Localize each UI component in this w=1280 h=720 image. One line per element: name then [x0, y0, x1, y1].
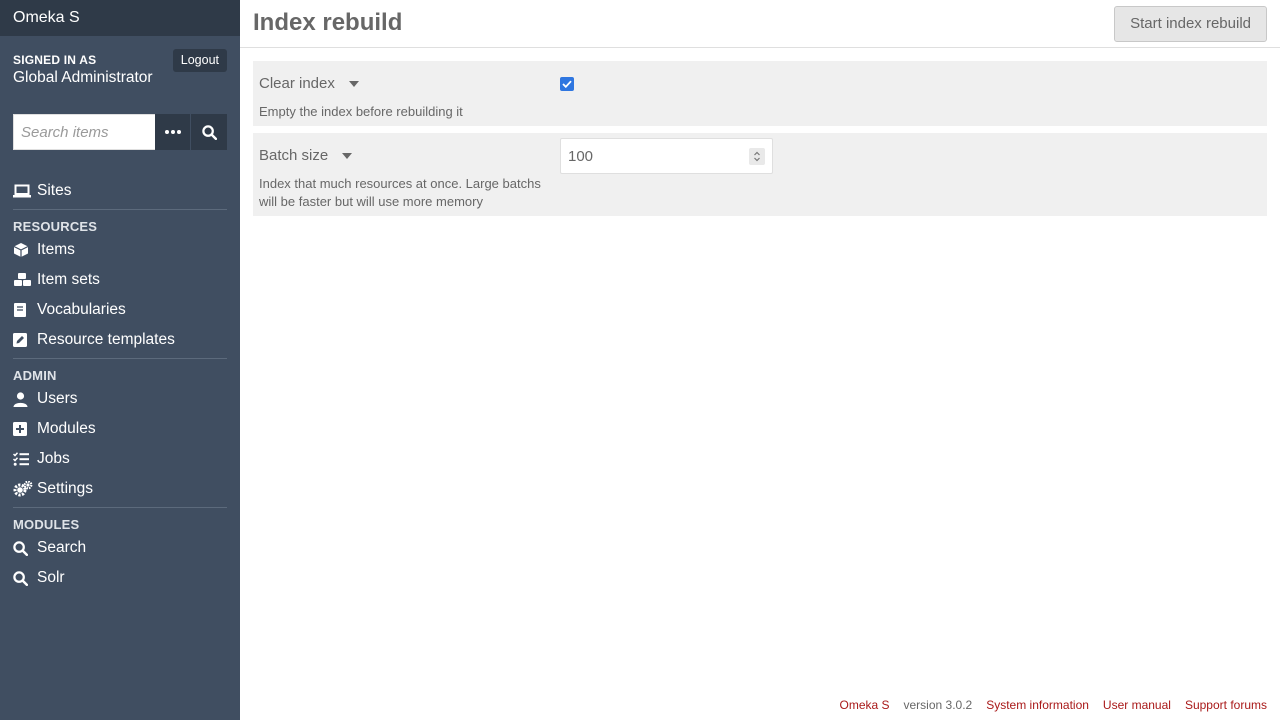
user-icon — [13, 390, 37, 408]
page-header: Index rebuild Start index rebuild — [240, 0, 1280, 48]
batch-size-label: Batch size — [259, 147, 329, 164]
cubes-icon — [13, 271, 37, 289]
nav-label: Item sets — [37, 271, 100, 288]
field-clear-index: Clear index Empty the index before rebui… — [253, 61, 1267, 126]
nav-item-solr[interactable]: Solr — [13, 563, 227, 593]
search-submit-button[interactable] — [191, 114, 227, 150]
footer-system-information-link[interactable]: System information — [986, 698, 1089, 712]
cogs-icon — [13, 480, 37, 498]
field-label-row: Batch size — [259, 147, 353, 164]
footer-user-manual-link[interactable]: User manual — [1103, 698, 1171, 712]
start-index-rebuild-button[interactable]: Start index rebuild — [1114, 6, 1267, 42]
edit-icon — [13, 331, 37, 349]
user-bar: SIGNED IN AS Global Administrator Logout — [0, 36, 240, 95]
nav-heading-resources: RESOURCES — [13, 219, 98, 234]
sidebar: Omeka S SIGNED IN AS Global Administrato… — [0, 0, 240, 720]
nav-label: Vocabularies — [37, 301, 126, 318]
footer-omeka-link[interactable]: Omeka S — [839, 698, 889, 712]
field-label-row: Clear index — [259, 75, 359, 92]
nav-item-settings[interactable]: Settings — [13, 474, 227, 504]
footer-version: version 3.0.2 — [903, 698, 973, 712]
nav-label: Search — [37, 539, 87, 556]
batch-size-value: 100 — [568, 148, 594, 165]
page-title: Index rebuild — [253, 9, 403, 36]
search-icon — [13, 569, 37, 587]
nav-divider — [13, 507, 227, 508]
nav-item-vocabularies[interactable]: Vocabularies — [13, 295, 227, 325]
nav-item-resource-templates[interactable]: Resource templates — [13, 325, 227, 355]
caret-down-icon[interactable] — [342, 152, 353, 159]
main-nav: Sites RESOURCES Items Item sets Vocabula… — [0, 176, 240, 593]
laptop-icon — [13, 182, 37, 200]
nav-label: Sites — [37, 182, 72, 199]
clear-index-description: Empty the index before rebuilding it — [259, 104, 463, 119]
nav-divider — [13, 358, 227, 359]
checkmark-icon — [562, 80, 572, 88]
batch-size-description: Index that much resources at once. Large… — [259, 176, 541, 209]
nav-item-jobs[interactable]: Jobs — [13, 444, 227, 474]
nav-divider — [13, 209, 227, 210]
nav-item-users[interactable]: Users — [13, 384, 227, 414]
cube-icon — [13, 241, 37, 259]
tasks-icon — [13, 450, 37, 468]
nav-item-modules[interactable]: Modules — [13, 414, 227, 444]
nav-label: Items — [37, 241, 75, 258]
ellipsis-icon — [164, 130, 181, 134]
footer: Omeka S version 3.0.2 System information… — [839, 698, 1267, 712]
search-options-button[interactable] — [155, 114, 191, 150]
nav-item-item-sets[interactable]: Item sets — [13, 265, 227, 295]
nav-label: Resource templates — [37, 331, 175, 348]
search-form — [13, 114, 227, 150]
stepper-arrows-icon — [754, 151, 760, 162]
nav-label: Users — [37, 390, 78, 407]
nav-item-search[interactable]: Search — [13, 533, 227, 563]
nav-heading-modules: MODULES — [13, 517, 80, 532]
batch-size-input[interactable]: 100 — [560, 138, 773, 174]
nav-heading-admin: ADMIN — [13, 368, 57, 383]
clear-index-label: Clear index — [259, 75, 335, 92]
nav-label: Jobs — [37, 450, 70, 467]
number-stepper[interactable] — [749, 148, 765, 165]
search-icon — [201, 124, 217, 140]
logout-button[interactable]: Logout — [172, 49, 227, 72]
plus-square-icon — [13, 420, 37, 438]
footer-support-forums-link[interactable]: Support forums — [1185, 698, 1267, 712]
nav-label: Settings — [37, 480, 94, 497]
nav-label: Modules — [37, 420, 96, 437]
nav-item-sites[interactable]: Sites — [13, 176, 227, 206]
caret-down-icon[interactable] — [348, 80, 359, 87]
nav-item-items[interactable]: Items — [13, 235, 227, 265]
nav-label: Solr — [37, 569, 65, 586]
book-icon — [13, 301, 37, 319]
clear-index-checkbox[interactable] — [560, 77, 574, 91]
search-icon — [13, 539, 37, 557]
search-input[interactable] — [13, 114, 155, 150]
brand-link[interactable]: Omeka S — [0, 0, 240, 36]
field-batch-size: Batch size Index that much resources at … — [253, 133, 1267, 216]
